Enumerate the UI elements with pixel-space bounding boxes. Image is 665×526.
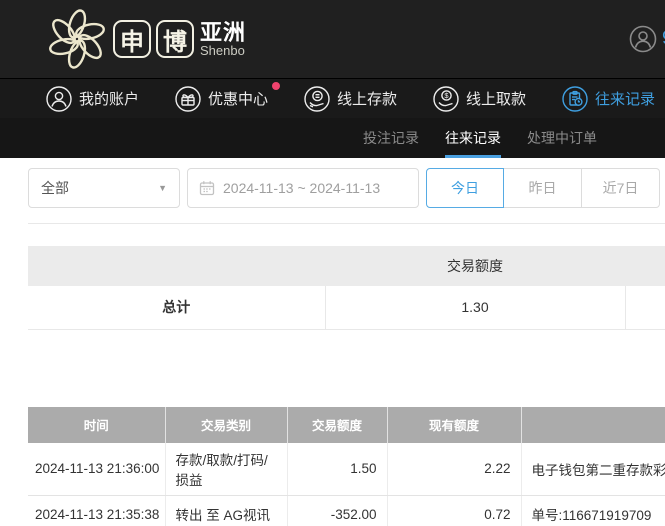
tab-transaction-records[interactable]: 往来记录 [445,118,501,158]
cell-time: 2024-11-13 21:36:00 [28,442,166,496]
brand-flower-icon [49,9,105,69]
notification-dot [272,81,280,90]
cell-note: 电子钱包第二重存款彩金 [521,442,665,496]
yesterday-button[interactable]: 昨日 [504,168,582,208]
summary-total-row: 总计 1.30 [28,286,665,330]
col-header-amount: 交易额度 [287,406,388,443]
today-button[interactable]: 今日 [426,168,504,208]
record-tabs: 投注记录 往来记录 处理中订单 [0,118,665,158]
tab-betting-records[interactable]: 投注记录 [363,118,419,158]
nav-item-label: 线上取款 [465,91,526,108]
summary-header-empty [28,246,325,286]
nav-item-label: 线上存款 [336,91,397,108]
quick-date-buttons: 今日 昨日 近7日 [426,168,660,208]
user-icon [46,85,72,112]
main-nav: 我的账户 优惠中心 线上存款 $ 线上取款 往来记录 [0,78,665,118]
summary-total-value: 1.30 [325,286,626,330]
records-icon [562,85,588,112]
avatar-icon[interactable] [629,25,657,53]
cell-balance: 2.22 [387,442,522,496]
nav-item-transaction-records[interactable]: 往来记录 [562,85,655,112]
tab-label: 投注记录 [363,130,419,146]
cell-type: 转出 至 AG视讯 [165,495,288,526]
brand-char-shen: 申 [113,20,151,58]
cell-note: 单号:116671919709 [521,495,665,526]
nav-item-online-withdraw[interactable]: $ 线上取款 [433,85,526,112]
gift-icon [175,85,201,112]
cell-amount: 1.50 [287,442,388,496]
tab-pending-orders[interactable]: 处理中订单 [527,118,597,158]
summary-table: 交易额度 总计 1.30 [28,246,665,330]
col-header-time: 时间 [28,406,166,443]
summary-header-empty2 [625,246,665,286]
type-select-value: 全部 [41,180,69,196]
brand-char-bo: 博 [156,20,194,58]
nav-item-my-account[interactable]: 我的账户 [46,85,140,112]
deposit-icon [304,85,330,112]
col-header-note [521,406,665,443]
brand-subtitle: Shenbo [200,42,245,58]
last7days-button[interactable]: 近7日 [582,168,660,208]
summary-header-amount: 交易额度 [325,246,625,286]
nav-item-promotions[interactable]: 优惠中心 [175,81,280,112]
date-range-value: 2024-11-13 ~ 2024-11-13 [223,180,381,196]
summary-header-row: 交易额度 [28,246,665,286]
date-range-input[interactable]: 2024-11-13 ~ 2024-11-13 [187,168,419,208]
cell-amount: -352.00 [287,495,388,526]
top-brand-bar: 申 博 亚洲 Shenbo 9 [0,0,665,78]
withdraw-icon: $ [433,85,459,112]
brand-wordmark: 亚洲 Shenbo [200,21,246,58]
table-row: 2024-11-13 21:36:00 存款/取款/打码/损益 1.50 2.2… [28,442,665,496]
summary-total-label: 总计 [28,286,326,330]
records-table: 时间 交易类别 交易额度 现有额度 2024-11-13 21:36:00 存款… [28,406,665,526]
type-select[interactable]: 全部 ▼ [28,168,180,208]
nav-item-label: 优惠中心 [207,91,268,108]
nav-item-online-deposit[interactable]: 线上存款 [304,85,397,112]
chevron-down-icon: ▼ [158,183,167,193]
tab-label: 处理中订单 [527,130,597,146]
filter-divider [28,223,665,224]
table-row: 2024-11-13 21:35:38 转出 至 AG视讯 -352.00 0.… [28,495,665,526]
cell-time: 2024-11-13 21:35:38 [28,495,166,526]
nav-item-label: 往来记录 [594,91,655,108]
calendar-icon [199,181,215,196]
filter-row: 全部 ▼ 2024-11-13 ~ 2024-11-13 今日 昨日 近7日 [28,168,665,208]
summary-total-extra [625,286,665,330]
col-header-balance: 现有额度 [387,406,522,443]
col-header-type: 交易类别 [165,406,288,443]
tab-label: 往来记录 [445,130,501,146]
cell-type: 存款/取款/打码/损益 [165,442,288,496]
cell-balance: 0.72 [387,495,522,526]
records-header-row: 时间 交易类别 交易额度 现有额度 [28,406,665,443]
brand-region-label: 亚洲 [200,19,247,45]
nav-item-label: 我的账户 [79,91,140,108]
